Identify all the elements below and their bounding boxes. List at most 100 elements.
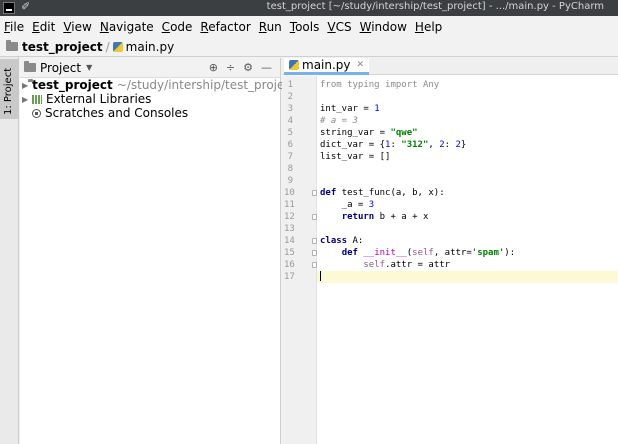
project-panel: Project ▼ ⊕ ÷ ⚙ — ▶ test_project ~/study… bbox=[20, 58, 296, 444]
code-token: dict_var = { bbox=[320, 140, 386, 150]
gutter-row[interactable]: 16 bbox=[282, 259, 317, 271]
expand-arrow-icon[interactable]: ▶ bbox=[22, 81, 28, 90]
code-token: def bbox=[341, 248, 358, 258]
code-token: .attr = attr bbox=[385, 260, 451, 270]
scratches-icon bbox=[32, 108, 41, 118]
text-caret bbox=[320, 271, 321, 281]
code-line[interactable]: from typing import Any bbox=[320, 79, 439, 91]
code-line[interactable] bbox=[320, 271, 321, 283]
tree-item-scratches[interactable]: Scratches and Consoles bbox=[20, 106, 280, 120]
close-icon[interactable]: ✕ bbox=[357, 60, 365, 70]
tree-item-label: test_project bbox=[32, 78, 113, 92]
tree-item-label: External Libraries bbox=[46, 92, 152, 106]
python-file-icon bbox=[112, 41, 123, 52]
collapse-all-icon[interactable]: ÷ bbox=[226, 61, 235, 74]
gutter-row[interactable]: 8 bbox=[282, 163, 317, 175]
menu-file[interactable]: File bbox=[4, 20, 24, 34]
breadcrumb-file[interactable]: main.py bbox=[126, 40, 175, 54]
gutter-row[interactable]: 11 bbox=[282, 199, 317, 211]
menu-refactor[interactable]: Refactor bbox=[200, 20, 250, 34]
chevron-down-icon[interactable]: ▼ bbox=[86, 63, 92, 72]
line-number: 17 bbox=[284, 272, 295, 282]
code-token: return bbox=[341, 212, 375, 222]
tree-item-project-root[interactable]: ▶ test_project ~/study/intership/test_pr… bbox=[20, 78, 296, 92]
code-line[interactable]: # a = 3 bbox=[320, 115, 358, 127]
project-view-selector[interactable]: Project bbox=[40, 61, 81, 75]
line-number: 9 bbox=[287, 176, 293, 186]
code-token: } bbox=[460, 140, 467, 150]
code-line[interactable]: def test_func(a, b, x): bbox=[320, 187, 445, 199]
gutter-row[interactable]: 15 bbox=[282, 247, 317, 259]
code-token: string_var = bbox=[320, 128, 391, 138]
expand-arrow-icon[interactable]: ▶ bbox=[22, 95, 32, 104]
line-number: 8 bbox=[287, 164, 293, 174]
code-token: : bbox=[390, 140, 402, 150]
hide-panel-icon[interactable]: — bbox=[261, 61, 272, 74]
menu-vcs[interactable]: VCS bbox=[327, 20, 351, 34]
gutter-row[interactable]: 7 bbox=[282, 151, 317, 163]
code-token: 'spam' bbox=[471, 248, 505, 258]
code-token: test_func(a, b, x): bbox=[336, 188, 445, 198]
gutter-row[interactable]: 12 bbox=[282, 211, 317, 223]
gutter-row[interactable]: 1 bbox=[282, 79, 317, 91]
gutter-row[interactable]: 3 bbox=[282, 103, 317, 115]
tree-item-path: ~/study/intership/test_project bbox=[116, 78, 296, 92]
project-tool-tab-label[interactable]: 1: Project bbox=[3, 68, 14, 115]
code-token: ): bbox=[504, 248, 516, 258]
code-token: b + a + x bbox=[374, 212, 429, 222]
gutter-row[interactable]: 17 bbox=[282, 271, 317, 283]
code-line[interactable]: return b + a + x bbox=[320, 211, 429, 223]
code-token: , bbox=[428, 140, 440, 150]
gear-icon[interactable]: ⚙ bbox=[243, 61, 253, 74]
library-icon bbox=[32, 94, 42, 104]
code-token: from typing import Any bbox=[320, 80, 440, 90]
code-token: int_var = bbox=[320, 104, 375, 114]
tab-main-py[interactable]: main.py ✕ bbox=[284, 58, 370, 75]
line-number: 14 bbox=[284, 236, 295, 246]
menu-run[interactable]: Run bbox=[259, 20, 282, 34]
line-number: 5 bbox=[287, 128, 293, 138]
gutter-row[interactable]: 13 bbox=[282, 223, 317, 235]
code-token: list_var = [] bbox=[320, 152, 391, 162]
gutter-row[interactable]: 9 bbox=[282, 175, 317, 187]
code-line[interactable]: string_var = "qwe" bbox=[320, 127, 418, 139]
code-token: # a = 3 bbox=[320, 116, 358, 126]
breadcrumb-project[interactable]: test_project bbox=[22, 40, 103, 54]
menu-view[interactable]: View bbox=[63, 20, 91, 34]
code-line[interactable]: int_var = 1 bbox=[320, 103, 380, 115]
tree-item-external-libraries[interactable]: ▶ External Libraries bbox=[20, 92, 280, 106]
project-panel-header: Project ▼ ⊕ ÷ ⚙ — bbox=[20, 58, 280, 78]
current-line-highlight bbox=[317, 271, 618, 283]
line-number: 2 bbox=[287, 92, 293, 102]
code-area[interactable]: from typing import Any int_var = 1 # a = 3… bbox=[317, 76, 618, 444]
menu-help[interactable]: Help bbox=[415, 20, 442, 34]
menu-window[interactable]: Window bbox=[360, 20, 407, 34]
locate-file-icon[interactable]: ⊕ bbox=[209, 61, 218, 74]
tree-item-label: Scratches and Consoles bbox=[45, 106, 189, 120]
tab-label: main.py bbox=[302, 58, 351, 72]
line-number: 13 bbox=[284, 224, 295, 234]
menu-code[interactable]: Code bbox=[162, 20, 193, 34]
menu-navigate[interactable]: Navigate bbox=[100, 20, 154, 34]
gutter-row[interactable]: 5 bbox=[282, 127, 317, 139]
gutter-row[interactable]: 10 bbox=[282, 187, 317, 199]
line-number: 12 bbox=[284, 212, 295, 222]
editor: main.py ✕ 12345678910111213141516💡17 fro… bbox=[282, 58, 618, 444]
menu-edit[interactable]: Edit bbox=[32, 20, 55, 34]
code-line[interactable]: self.attr = attr bbox=[320, 259, 450, 271]
line-number: 11 bbox=[284, 200, 295, 210]
code-line[interactable]: class A: bbox=[320, 235, 363, 247]
code-token: : bbox=[444, 140, 456, 150]
menu-tools[interactable]: Tools bbox=[290, 20, 320, 34]
code-line[interactable]: list_var = [] bbox=[320, 151, 390, 163]
code-line[interactable]: _a = 3 bbox=[320, 199, 375, 211]
gutter-row[interactable]: 4 bbox=[282, 115, 317, 127]
line-number: 15 bbox=[284, 248, 295, 258]
gutter-row[interactable]: 14 bbox=[282, 235, 317, 247]
gutter-row[interactable]: 2 bbox=[282, 91, 317, 103]
code-line[interactable]: dict_var = {1: "312", 2: 2} bbox=[320, 139, 466, 151]
line-number: 4 bbox=[287, 116, 293, 126]
gutter-row[interactable]: 6 bbox=[282, 139, 317, 151]
code-line[interactable]: def __init__(self, attr='spam'): bbox=[320, 247, 515, 259]
line-number-gutter[interactable]: 12345678910111213141516💡17 bbox=[282, 76, 335, 444]
